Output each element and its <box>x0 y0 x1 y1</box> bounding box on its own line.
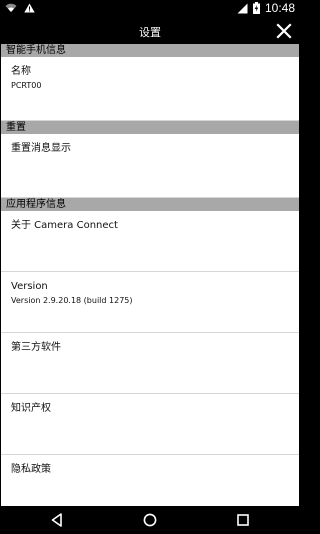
home-icon[interactable] <box>142 512 158 528</box>
settings-row-privacy[interactable]: 隐私政策 <box>1 455 299 506</box>
signal-icon <box>237 3 248 13</box>
version-value: Version 2.9.20.18 (build 1275) <box>11 296 133 305</box>
section-header-device-info: 智能手机信息 <box>1 44 299 57</box>
name-value: PCRT00 <box>11 81 42 90</box>
settings-row-reset-messages[interactable]: 重置消息显示 <box>1 134 299 198</box>
status-bar: 10:48 <box>0 0 300 19</box>
battery-icon <box>252 2 260 14</box>
nav-bar <box>0 506 300 534</box>
ip-label: 知识产权 <box>11 403 51 414</box>
name-label: 名称 <box>11 66 31 77</box>
section-header-reset: 重置 <box>1 121 299 134</box>
recents-icon[interactable] <box>235 512 251 528</box>
settings-row-version: Version Version 2.9.20.18 (build 1275) <box>1 272 299 333</box>
version-label: Version <box>11 281 48 292</box>
reset-messages-label: 重置消息显示 <box>11 143 71 154</box>
settings-row-ip[interactable]: 知识产权 <box>1 394 299 455</box>
section-header-app-info: 应用程序信息 <box>1 198 299 211</box>
settings-row-third-party[interactable]: 第三方软件 <box>1 333 299 394</box>
status-right: 10:48 <box>237 1 295 15</box>
back-icon[interactable] <box>49 512 65 528</box>
settings-row-name: 名称 PCRT00 <box>1 57 299 121</box>
title-bar: 设置 <box>0 19 300 44</box>
page-title: 设置 <box>139 26 161 39</box>
status-left <box>5 3 35 13</box>
close-icon[interactable] <box>275 22 293 40</box>
warning-icon <box>24 3 35 13</box>
privacy-label: 隐私政策 <box>11 464 51 475</box>
third-party-label: 第三方软件 <box>11 342 61 353</box>
status-time: 10:48 <box>264 1 295 15</box>
wifi-icon <box>5 3 17 12</box>
settings-row-about[interactable]: 关于 Camera Connect <box>1 211 299 272</box>
settings-list[interactable]: 智能手机信息 名称 PCRT00 重置 重置消息显示 应用程序信息 关于 Cam… <box>0 44 300 506</box>
about-label: 关于 Camera Connect <box>11 220 118 231</box>
